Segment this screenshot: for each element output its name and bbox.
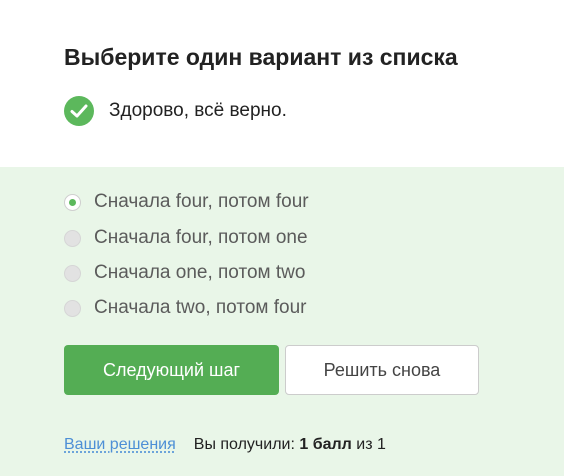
option-label: Сначала one, потом two <box>94 262 306 283</box>
feedback-message: Здорово, всё верно. <box>64 96 287 126</box>
next-step-button[interactable]: Следующий шаг <box>64 345 279 395</box>
question-header: Выберите один вариант из списка Здорово,… <box>0 0 564 167</box>
question-title: Выберите один вариант из списка <box>64 44 458 70</box>
option-3[interactable]: Сначала one, потом two <box>64 262 305 284</box>
feedback-text: Здорово, всё верно. <box>109 100 287 121</box>
radio-selected[interactable] <box>64 193 81 211</box>
score-prefix: Вы получили: <box>193 436 295 453</box>
radio-unselected[interactable] <box>64 229 81 247</box>
checkmark-icon <box>64 96 94 126</box>
option-label: Сначала four, потом one <box>94 227 308 248</box>
option-label: Сначала two, потом four <box>94 297 307 318</box>
score-suffix: из 1 <box>356 436 386 453</box>
solve-again-button[interactable]: Решить снова <box>285 345 479 395</box>
radio-dot <box>69 198 76 206</box>
option-4[interactable]: Сначала two, потом four <box>64 297 306 319</box>
answer-panel <box>0 167 564 476</box>
option-label: Сначала four, потом four <box>94 191 309 212</box>
your-solutions-link[interactable]: Ваши решения <box>64 436 176 454</box>
score-value: 1 балл <box>299 436 352 453</box>
radio-unselected[interactable] <box>64 264 81 282</box>
option-2[interactable]: Сначала four, потом one <box>64 227 308 249</box>
footer: Ваши решения Вы получили: 1 балл из 1 <box>64 436 386 454</box>
option-1[interactable]: Сначала four, потом four <box>64 191 309 213</box>
score-text: Вы получили: 1 балл из 1 <box>194 436 386 454</box>
radio-unselected[interactable] <box>64 299 81 317</box>
